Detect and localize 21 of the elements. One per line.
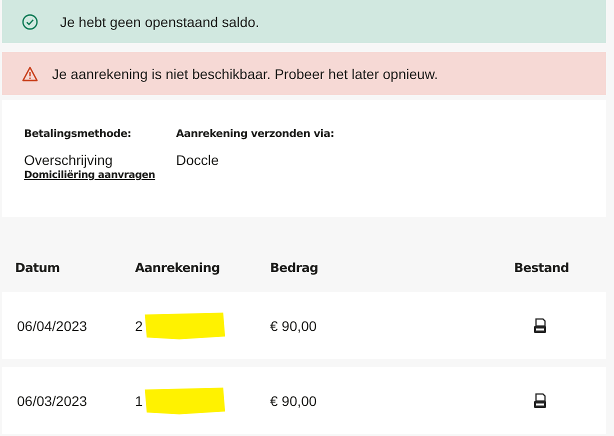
column-header: Bedrag — [270, 260, 320, 274]
alert-text: Je aanrekening is niet beschikbaar. Probeer het later opnieuw. — [52, 66, 438, 82]
direct-debit-link[interactable]: Domiciliëring aanvragen — [24, 170, 156, 181]
column-header: Datum — [14, 260, 61, 274]
field-value: Doccle — [176, 152, 219, 168]
table-cell: 2 — [135, 318, 143, 334]
table-cell-text: 06/04/2023 — [16, 318, 88, 334]
table-cell: 1 — [135, 392, 143, 408]
warning-icon — [22, 66, 38, 82]
field-label: Betalingsmethode: — [24, 128, 132, 140]
alert-text: Je hebt geen openstaand saldo. — [60, 14, 260, 30]
field-value: Overschrijving — [24, 152, 113, 168]
pdf-file-icon[interactable] — [532, 392, 548, 408]
column-header: Aanrekening — [135, 260, 221, 274]
field-label: Aanrekening verzonden via: — [176, 128, 334, 140]
table-cell-text: € 90,00 — [270, 318, 318, 334]
column-header: Bestand — [514, 260, 569, 274]
table-cell-text: 06/03/2023 — [16, 392, 88, 408]
pdf-file-icon[interactable] — [532, 318, 548, 334]
table-cell-text: € 90,00 — [270, 392, 318, 408]
check-circle-icon — [22, 14, 38, 30]
